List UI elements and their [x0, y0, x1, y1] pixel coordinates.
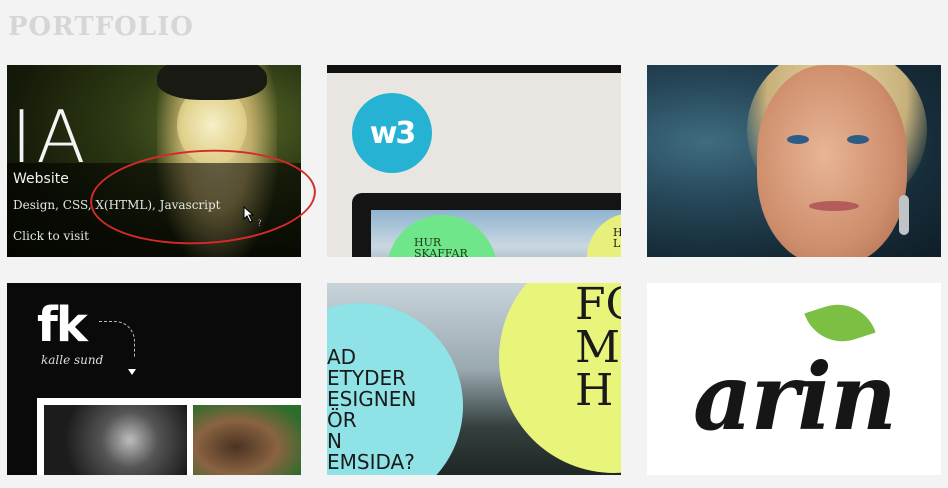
dashed-arrow-icon: [99, 321, 135, 357]
portfolio-item-5[interactable]: AD ETYDER ESIGNEN ÖR N EMSIDA? FÖ M H: [327, 283, 621, 475]
project-type: Website: [13, 171, 69, 187]
w3-logo: w3: [352, 93, 432, 173]
svg-text:?: ?: [257, 219, 262, 228]
cyan-circle-text: AD ETYDER ESIGNEN ÖR N EMSIDA?: [327, 345, 417, 474]
signature-text: kalle sund: [41, 353, 104, 367]
portfolio-item-4[interactable]: fk kalle sund: [7, 283, 301, 475]
yellow-circle-text: H L: [613, 226, 621, 250]
page-title: PORTFOLIO: [8, 12, 194, 42]
lime-circle-text: FÖ M H: [575, 283, 621, 416]
arin-logo: arin: [693, 343, 897, 451]
portfolio-item-2[interactable]: w3 HUR SKAFFAR H L: [327, 65, 621, 257]
camera-photo: [44, 405, 187, 475]
portfolio-item-3[interactable]: [647, 65, 941, 257]
eye-photo: [193, 405, 301, 475]
fk-logo: fk: [37, 297, 88, 353]
green-circle-text: HUR SKAFFAR: [414, 236, 468, 257]
portfolio-item-6[interactable]: arin: [647, 283, 941, 475]
mouse-cursor-icon: ?: [243, 206, 262, 228]
visit-link[interactable]: Click to visit: [13, 229, 89, 243]
